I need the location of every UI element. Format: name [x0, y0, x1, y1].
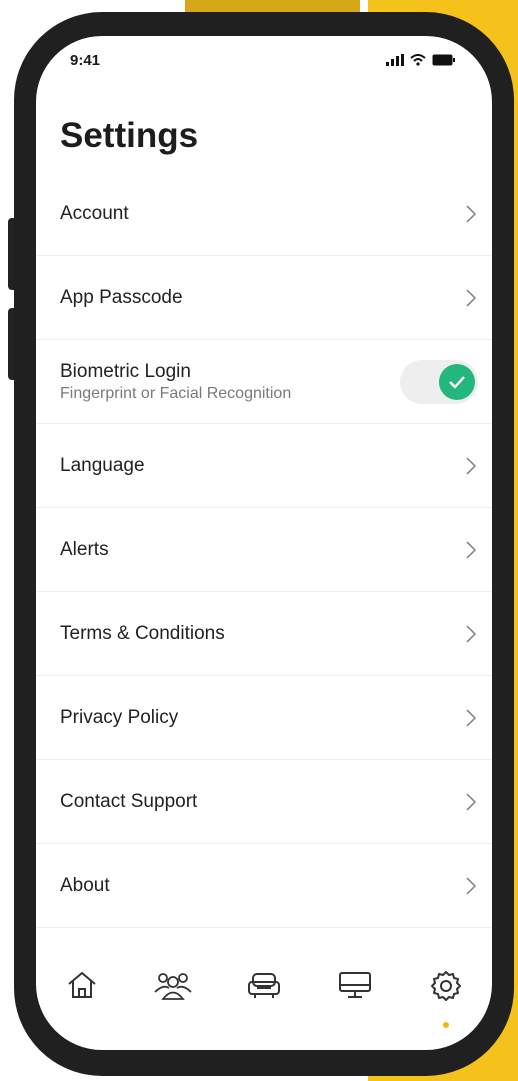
- chevron-right-icon: [466, 792, 476, 811]
- settings-item-language[interactable]: Language: [36, 424, 492, 508]
- settings-item-privacy-policy[interactable]: Privacy Policy: [36, 676, 492, 760]
- phone-screen: 9:41 Settings Account App Passcode Biome…: [36, 36, 492, 1050]
- signal-icon: [386, 54, 404, 66]
- settings-item-account[interactable]: Account: [36, 172, 492, 256]
- monitor-icon: [339, 972, 371, 998]
- gear-icon: [431, 971, 461, 1001]
- home-icon: [68, 972, 96, 998]
- chevron-right-icon: [466, 540, 476, 559]
- settings-item-label: Alerts: [60, 538, 109, 560]
- wifi-icon: [410, 54, 426, 66]
- biometric-login-toggle[interactable]: [400, 359, 478, 404]
- tab-settings[interactable]: [422, 970, 470, 1030]
- tab-bar: [36, 940, 492, 1050]
- settings-item-app-passcode[interactable]: App Passcode: [36, 256, 492, 340]
- phone-frame: 9:41 Settings Account App Passcode Biome…: [14, 12, 514, 1076]
- page-title: Settings: [60, 116, 199, 155]
- settings-item-label: Terms & Conditions: [60, 622, 225, 644]
- status-bar: 9:41: [36, 36, 492, 86]
- settings-item-label: Account: [60, 202, 129, 224]
- chevron-right-icon: [466, 876, 476, 895]
- settings-item-terms[interactable]: Terms & Conditions: [36, 592, 492, 676]
- toggle-knob: [439, 363, 475, 400]
- chevron-right-icon: [466, 456, 476, 475]
- settings-item-alerts[interactable]: Alerts: [36, 508, 492, 592]
- users-icon: [154, 973, 192, 1000]
- status-time: 9:41: [70, 52, 101, 69]
- chevron-right-icon: [466, 288, 476, 307]
- settings-item-about[interactable]: About: [36, 844, 492, 928]
- settings-item-label: Privacy Policy: [60, 706, 179, 728]
- tab-monitor[interactable]: [331, 970, 379, 1030]
- settings-item-label: App Passcode: [60, 286, 183, 308]
- chevron-right-icon: [466, 204, 476, 223]
- settings-item-label: Biometric Login: [60, 360, 191, 382]
- check-icon: [449, 375, 465, 389]
- settings-item-contact-support[interactable]: Contact Support: [36, 760, 492, 844]
- settings-item-label: Contact Support: [60, 790, 198, 812]
- car-icon: [248, 973, 280, 998]
- settings-item-label: About: [60, 874, 110, 896]
- settings-item-biometric-login: Biometric Login Fingerprint or Facial Re…: [36, 340, 492, 424]
- tab-users[interactable]: [149, 970, 197, 1030]
- settings-item-label: Language: [60, 454, 145, 476]
- active-tab-indicator: [443, 1022, 449, 1028]
- battery-icon: [432, 54, 455, 66]
- settings-item-sublabel: Fingerprint or Facial Recognition: [60, 384, 292, 402]
- tab-home[interactable]: [58, 970, 106, 1030]
- chevron-right-icon: [466, 624, 476, 643]
- tab-car[interactable]: [240, 970, 288, 1030]
- chevron-right-icon: [466, 708, 476, 727]
- settings-list: Account App Passcode Biometric Login Fin…: [36, 172, 492, 928]
- status-icons: [386, 54, 456, 66]
